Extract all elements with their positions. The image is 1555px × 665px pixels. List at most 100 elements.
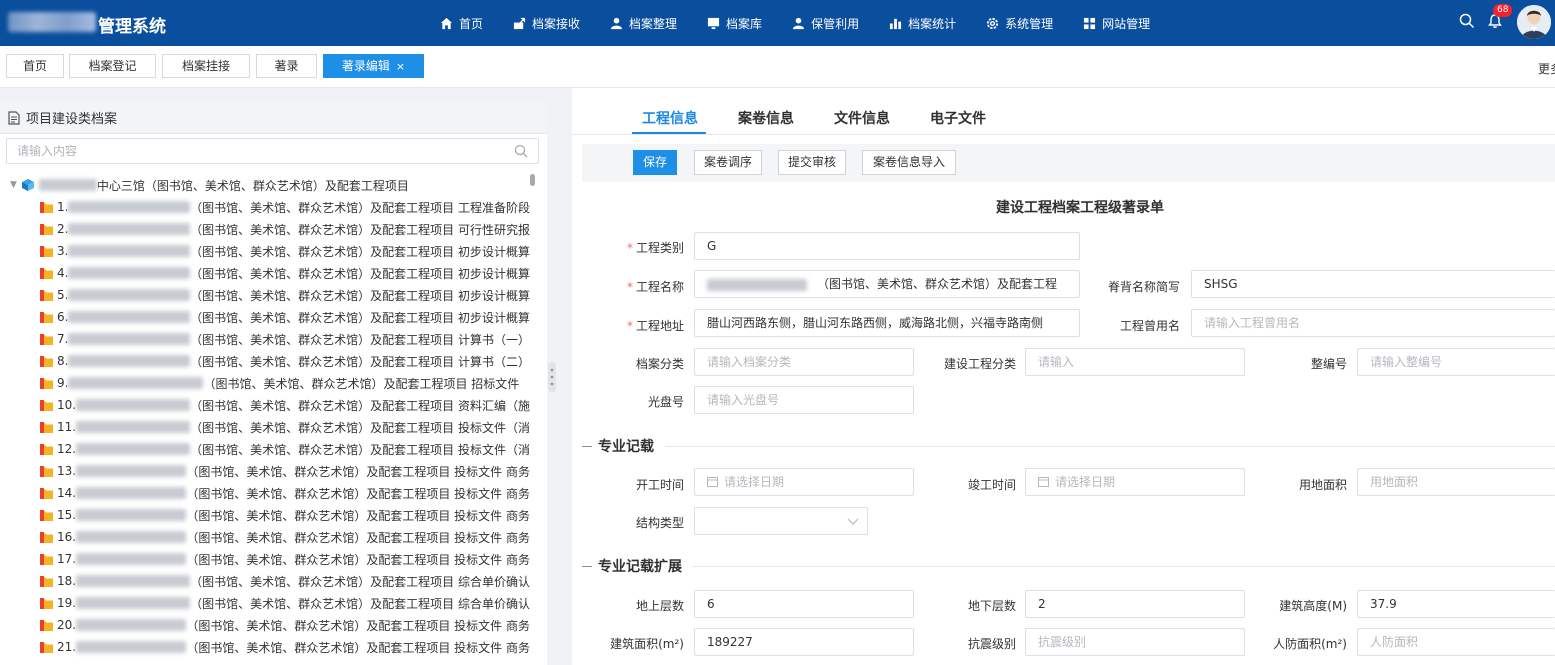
- tree-item[interactable]: 20. （图书馆、美术馆、群众艺术馆）及配套工程项目 投标文件 商务: [40, 614, 530, 636]
- tree-item-label: （图书馆、美术馆、群众艺术馆）及配套工程项目 初步设计概算: [190, 310, 530, 325]
- disc-no-input[interactable]: 请输入光盘号: [694, 386, 914, 414]
- land-area-input[interactable]: 用地面积: [1357, 468, 1555, 496]
- app-title: 管理系统: [98, 17, 166, 37]
- top-header: 管理系统 首页 档案接收 档案整理 档案库 保管利用 档案统计 系统管理 网站管…: [0, 0, 1555, 46]
- tree-item-label: （图书馆、美术馆、群众艺术馆）及配套工程项目 计算书（一）: [190, 332, 530, 347]
- tree-item-number: 20.: [57, 618, 77, 632]
- tree-item[interactable]: 17. （图书馆、美术馆、群众艺术馆）及配套工程项目 投标文件 商务: [40, 548, 530, 570]
- whole-no-placeholder: 请输入整编号: [1370, 355, 1443, 369]
- section-dash: [582, 445, 592, 447]
- category-input[interactable]: G: [694, 232, 1080, 260]
- caret-down-icon[interactable]: ▼: [10, 180, 17, 190]
- close-icon[interactable]: ×: [396, 60, 405, 73]
- folder-icon: [40, 575, 53, 587]
- tab-volume-info[interactable]: 案卷信息: [738, 108, 794, 128]
- nav-system-admin[interactable]: 系统管理: [986, 15, 1053, 32]
- folder-icon: [40, 377, 53, 389]
- required-mark: *: [626, 280, 633, 294]
- tree-item[interactable]: 2. （图书馆、美术馆、群众艺术馆）及配套工程项目 可行性研究报: [40, 218, 530, 240]
- name-input[interactable]: （图书馆、美术馆、群众艺术馆）及配套工程: [694, 270, 1080, 298]
- tab-electronic-files[interactable]: 电子文件: [930, 108, 986, 128]
- tree-item[interactable]: 10. （图书馆、美术馆、群众艺术馆）及配套工程项目 资料汇编（施: [40, 394, 530, 416]
- tree-item[interactable]: 1. （图书馆、美术馆、群众艺术馆）及配套工程项目 工程准备阶段: [40, 196, 530, 218]
- civil-defense-area-input[interactable]: 人防面积: [1357, 628, 1555, 656]
- nav-archive-organize[interactable]: 档案整理: [610, 15, 677, 32]
- tab-engineering-info[interactable]: 工程信息: [642, 108, 698, 128]
- import-volume-info-button[interactable]: 案卷信息导入: [862, 150, 956, 175]
- building-height-input[interactable]: 37.9: [1357, 590, 1555, 618]
- tab-home[interactable]: 首页: [6, 54, 64, 78]
- tree-item[interactable]: 18. （图书馆、美术馆、群众艺术馆）及配套工程项目 综合单价确认: [40, 570, 530, 592]
- tree-item[interactable]: 16. （图书馆、美术馆、群众艺术馆）及配套工程项目 投标文件 商务: [40, 526, 530, 548]
- nav-archive-receive[interactable]: 档案接收: [513, 15, 580, 32]
- tree-item-number: 4.: [57, 266, 69, 280]
- floors-below-input[interactable]: 2: [1025, 590, 1245, 618]
- save-button[interactable]: 保存: [633, 150, 677, 175]
- address-input[interactable]: 腊山河西路东侧，腊山河东路西侧，威海路北侧，兴福寺路南侧: [694, 309, 1080, 337]
- tree-item[interactable]: 4. （图书馆、美术馆、群众艺术馆）及配套工程项目 初步设计概算: [40, 262, 530, 284]
- former-name-input[interactable]: 请输入工程曾用名: [1191, 309, 1555, 337]
- tab-archive-attach[interactable]: 档案挂接: [162, 54, 250, 78]
- tree-item[interactable]: 12. （图书馆、美术馆、群众艺术馆）及配套工程项目 投标文件（消: [40, 438, 530, 460]
- tree-scrollbar[interactable]: [530, 174, 535, 186]
- search-icon[interactable]: [1459, 13, 1475, 29]
- tree-item[interactable]: 9. （图书馆、美术馆、群众艺术馆）及配套工程项目 招标文件: [40, 372, 530, 394]
- tab-file-info[interactable]: 文件信息: [834, 108, 890, 128]
- spine-abbr-input[interactable]: SHSG: [1191, 270, 1555, 298]
- submit-review-button[interactable]: 提交审核: [778, 150, 846, 175]
- tree-item[interactable]: 3. （图书馆、美术馆、群众艺术馆）及配套工程项目 初步设计概算: [40, 240, 530, 262]
- nav-archive-stats[interactable]: 档案统计: [889, 15, 956, 32]
- build-class-placeholder: 请输入: [1038, 355, 1075, 369]
- whole-no-input[interactable]: 请输入整编号: [1357, 348, 1555, 376]
- tabs-more-button[interactable]: 更多: [1538, 60, 1555, 77]
- nav-archive-store-label: 档案库: [726, 16, 763, 31]
- tree-item[interactable]: 19. （图书馆、美术馆、群众艺术馆）及配套工程项目 综合单价确认: [40, 592, 530, 614]
- search-icon[interactable]: [514, 144, 528, 158]
- tab-archive-register[interactable]: 档案登记: [69, 54, 156, 78]
- tree-item-label: （图书馆、美术馆、群众艺术馆）及配套工程项目 投标文件 商务: [186, 464, 530, 479]
- nav-custody-use[interactable]: 保管利用: [792, 15, 859, 32]
- start-date-picker[interactable]: 请选择日期: [694, 468, 914, 496]
- folder-icon: [40, 531, 53, 543]
- end-date-picker[interactable]: 请选择日期: [1025, 468, 1245, 496]
- building-area-input[interactable]: 189227: [694, 628, 914, 656]
- redacted-text: [76, 421, 191, 433]
- tree-item[interactable]: 11. （图书馆、美术馆、群众艺术馆）及配套工程项目 投标文件（消: [40, 416, 530, 438]
- tree-search-input[interactable]: [7, 139, 497, 163]
- tree-item[interactable]: 13. （图书馆、美术馆、群众艺术馆）及配套工程项目 投标文件 商务: [40, 460, 530, 482]
- tree-item[interactable]: 14. （图书馆、美术馆、群众艺术馆）及配套工程项目 投标文件 商务: [40, 482, 530, 504]
- nav-archive-store[interactable]: 档案库: [707, 15, 762, 32]
- nav-website-admin[interactable]: 网站管理: [1083, 15, 1150, 32]
- tree-item-number: 17.: [57, 552, 77, 566]
- folder-icon: [40, 223, 53, 235]
- tab-catalog-edit[interactable]: 著录编辑 ×: [323, 54, 424, 78]
- panel-resize-handle[interactable]: [548, 362, 556, 392]
- tree-item[interactable]: 6. （图书馆、美术馆、群众艺术馆）及配套工程项目 初步设计概算: [40, 306, 530, 328]
- project-cube-icon: [21, 179, 34, 191]
- bar-chart-icon: [890, 18, 902, 29]
- nav-home[interactable]: 首页: [440, 15, 483, 32]
- seismic-level-input[interactable]: 抗震级别: [1025, 628, 1245, 656]
- floors-above-input[interactable]: 6: [694, 590, 914, 618]
- tree-item-number: 11.: [57, 420, 77, 434]
- engineering-info-panel: 工程信息 案卷信息 文件信息 电子文件 保存 案卷调序 提交审核 案卷信息导入 …: [572, 88, 1555, 665]
- tree-item-label: （图书馆、美术馆、群众艺术馆）及配套工程项目 投标文件 商务: [186, 640, 530, 655]
- build-class-input[interactable]: 请输入: [1025, 348, 1245, 376]
- tree-item[interactable]: 7. （图书馆、美术馆、群众艺术馆）及配套工程项目 计算书（一）: [40, 328, 530, 350]
- avatar[interactable]: [1517, 5, 1551, 39]
- tree-item-label: （图书馆、美术馆、群众艺术馆）及配套工程项目 投标文件 商务: [186, 618, 530, 633]
- archive-class-input[interactable]: 请输入档案分类: [694, 348, 914, 376]
- reorder-volumes-button[interactable]: 案卷调序: [694, 150, 762, 175]
- tab-catalog[interactable]: 著录: [256, 54, 317, 78]
- folder-icon: [40, 465, 53, 477]
- tree-item[interactable]: 5. （图书馆、美术馆、群众艺术馆）及配套工程项目 初步设计概算: [40, 284, 530, 306]
- tree-root-node[interactable]: ▼ 中心三馆（图书馆、美术馆、群众艺术馆）及配套工程项目: [10, 174, 409, 196]
- structure-type-select[interactable]: [694, 507, 868, 535]
- redacted-text: [68, 267, 191, 279]
- redacted-text: [68, 223, 191, 235]
- tree-item-number: 16.: [57, 530, 77, 544]
- tree-item[interactable]: 8. （图书馆、美术馆、群众艺术馆）及配套工程项目 计算书（二）: [40, 350, 530, 372]
- tree-item-number: 21.: [57, 640, 77, 654]
- tree-item[interactable]: 15. （图书馆、美术馆、群众艺术馆）及配套工程项目 投标文件 商务: [40, 504, 530, 526]
- tree-item[interactable]: 21. （图书馆、美术馆、群众艺术馆）及配套工程项目 投标文件 商务: [40, 636, 530, 658]
